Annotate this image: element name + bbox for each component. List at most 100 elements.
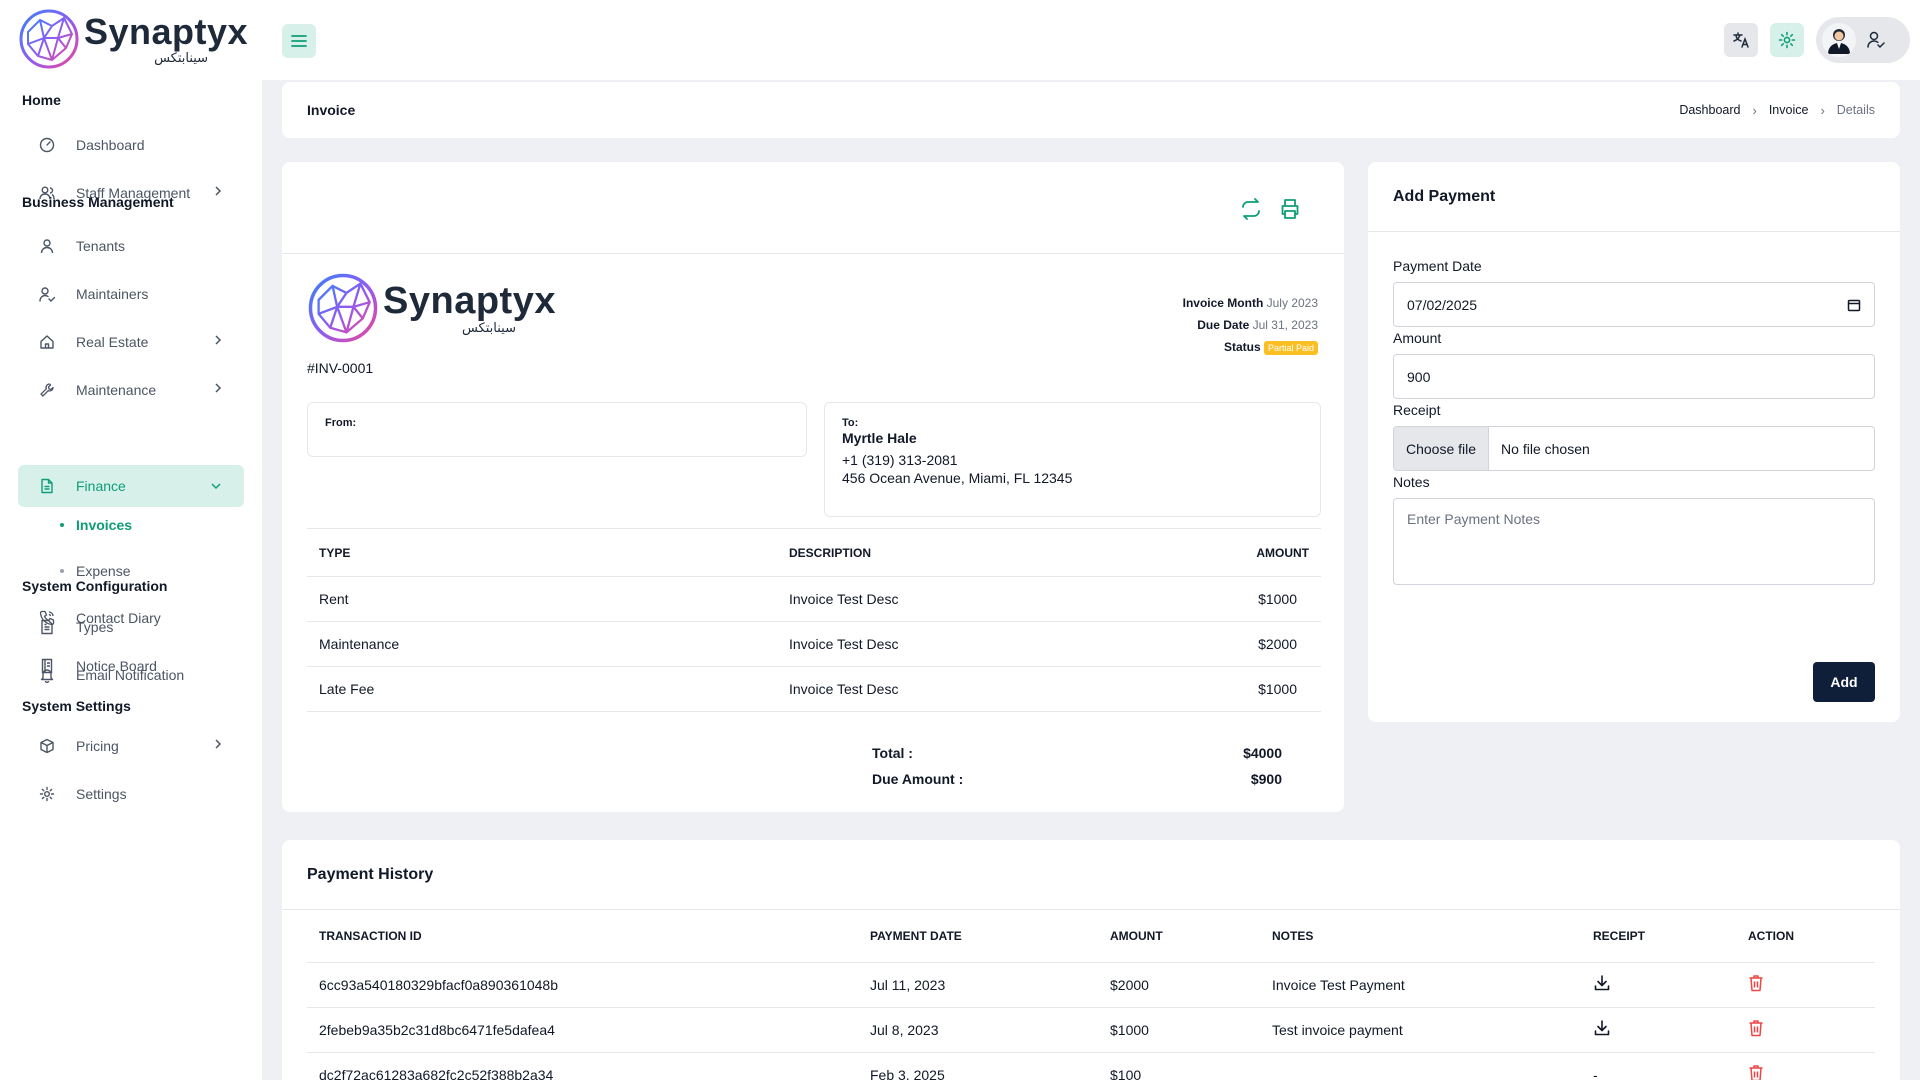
wrench-icon — [40, 383, 54, 397]
sidebar-item-label: Maintenance — [76, 382, 157, 398]
choose-file-button[interactable]: Choose file — [1394, 427, 1490, 470]
invoice-month: July 2023 — [1266, 296, 1318, 310]
sidebar-item-pricing[interactable]: Pricing — [18, 725, 244, 767]
sidebar-item-types[interactable]: Types — [18, 606, 244, 648]
profile-menu[interactable] — [1816, 17, 1910, 63]
sidebar-item-label: Real Estate — [76, 334, 149, 350]
delete-payment-button[interactable] — [1736, 1007, 1875, 1053]
sidebar-item-finance[interactable]: Finance — [18, 465, 244, 507]
calendar-icon — [1847, 299, 1861, 311]
dashboard-gauge-icon — [39, 137, 55, 153]
print-button[interactable] — [1277, 196, 1303, 222]
breadcrumb-details: Details — [1836, 103, 1875, 117]
column-header-description: DESCRIPTION — [777, 528, 1161, 577]
from-address: From: — [307, 402, 807, 457]
breadcrumb-dashboard[interactable]: Dashboard — [1679, 103, 1740, 117]
item-description: Invoice Test Desc — [777, 666, 1161, 712]
transaction-id: 6cc93a540180329bfacf0a890361048b — [307, 962, 858, 1008]
top-bar: Synaptyx سينابتكس — [0, 0, 1920, 80]
payment-date-input[interactable]: 07/02/2025 — [1393, 282, 1875, 327]
table-row: Rent Invoice Test Desc $1000 — [307, 576, 1321, 622]
brain-logo-icon — [19, 9, 79, 69]
sidebar-section-system-settings: System Settings — [22, 698, 131, 714]
due-date: Jul 31, 2023 — [1252, 318, 1318, 332]
invoice-month-label: Invoice Month — [1182, 296, 1264, 310]
sidebar-section-system-configuration: System Configuration — [22, 578, 168, 594]
payment-date: Jul 11, 2023 — [858, 962, 1098, 1008]
sidebar-subitem-invoices[interactable]: Invoices — [60, 510, 132, 540]
download-icon — [1594, 1020, 1610, 1036]
home-icon — [40, 335, 54, 349]
due-amount-value: $900 — [1250, 771, 1282, 787]
menu-toggle-button[interactable] — [282, 24, 316, 58]
item-amount: $2000 — [1161, 621, 1321, 667]
total-label: Total : — [872, 745, 913, 761]
avatar-person-icon — [1828, 29, 1850, 54]
trash-icon — [1749, 1020, 1763, 1037]
notes-textarea[interactable]: Enter Payment Notes — [1393, 498, 1875, 585]
sidebar-item-label: Invoices — [76, 517, 133, 533]
download-receipt-button[interactable] — [1581, 962, 1736, 1008]
notes-label: Notes — [1393, 474, 1430, 490]
delete-payment-button[interactable] — [1736, 962, 1875, 1008]
payment-history-table: TRANSACTION ID PAYMENT DATE AMOUNT NOTES… — [307, 910, 1875, 1080]
payment-notes: Test invoice payment — [1260, 1007, 1581, 1053]
sidebar-item-email-notification[interactable]: Email Notification — [18, 654, 244, 696]
amount-input[interactable]: 900 — [1393, 354, 1875, 399]
receipt-none: - — [1581, 1052, 1736, 1080]
delete-payment-button[interactable] — [1736, 1052, 1875, 1080]
gear-icon — [1778, 31, 1796, 49]
brain-logo-icon — [308, 273, 378, 343]
chevron-right-icon: › — [1752, 102, 1757, 118]
to-label: To: — [842, 417, 859, 429]
invoice-brand-name-arabic: سينابتكس — [461, 320, 516, 336]
status-badge: Partial Paid — [1263, 340, 1318, 355]
sidebar-item-maintenance[interactable]: Maintenance — [18, 369, 244, 411]
column-header-action: ACTION — [1736, 910, 1875, 963]
transaction-id: dc2f72ac61283a682fc2c52f388b2a34 — [307, 1052, 858, 1080]
chevron-right-icon — [215, 186, 222, 196]
receipt-label: Receipt — [1393, 402, 1441, 418]
receipt-file-input[interactable]: Choose file No file chosen — [1393, 426, 1875, 471]
document-list-icon — [41, 619, 53, 635]
sidebar-item-settings[interactable]: Settings — [18, 773, 244, 815]
chevron-down-icon — [211, 483, 221, 490]
user-check-icon — [1867, 31, 1885, 49]
invoice-brand-name: Synaptyx — [383, 279, 556, 322]
add-payment-title: Add Payment — [1368, 162, 1900, 232]
user-icon — [40, 239, 54, 254]
sidebar-item-tenants[interactable]: Tenants — [18, 225, 244, 267]
trash-icon — [1749, 975, 1763, 992]
chevron-right-icon: › — [1820, 102, 1825, 118]
printer-icon — [1281, 199, 1299, 219]
sidebar-item-maintainers[interactable]: Maintainers — [18, 273, 244, 315]
language-button[interactable] — [1724, 23, 1758, 57]
recipient-address: 456 Ocean Avenue, Miami, FL 12345 — [842, 470, 1073, 486]
column-header-type: TYPE — [307, 528, 777, 577]
main-content: Invoice Dashboard › Invoice › Details Sy… — [262, 80, 1920, 1080]
item-amount: $1000 — [1161, 576, 1321, 622]
to-address: To: Myrtle Hale +1 (319) 313-2081 456 Oc… — [824, 402, 1321, 517]
payment-amount: $1000 — [1098, 1007, 1260, 1053]
hamburger-icon — [291, 35, 307, 47]
download-receipt-button[interactable] — [1581, 1007, 1736, 1053]
sidebar: Home Dashboard Staff Management Business… — [0, 80, 262, 1080]
table-row: dc2f72ac61283a682fc2c52f388b2a34 Feb 3, … — [307, 1052, 1875, 1080]
sidebar-item-label: Settings — [76, 786, 127, 802]
gear-icon — [39, 786, 55, 802]
sidebar-item-real-estate[interactable]: Real Estate — [18, 321, 244, 363]
add-payment-button[interactable]: Add — [1813, 662, 1875, 702]
bell-icon — [40, 669, 54, 683]
breadcrumb-invoice[interactable]: Invoice — [1769, 103, 1809, 117]
download-icon — [1594, 975, 1610, 991]
total-value: $4000 — [1243, 745, 1282, 761]
brand-logo[interactable]: Synaptyx سينابتكس — [18, 8, 248, 70]
item-description: Invoice Test Desc — [777, 576, 1161, 622]
brand-name-arabic: سينابتكس — [154, 50, 209, 66]
sidebar-item-label: Email Notification — [76, 667, 185, 683]
sidebar-item-dashboard[interactable]: Dashboard — [18, 124, 244, 166]
settings-button[interactable] — [1770, 23, 1804, 57]
refresh-button[interactable] — [1238, 196, 1264, 222]
payment-date: Jul 8, 2023 — [858, 1007, 1098, 1053]
column-header-amount: AMOUNT — [1098, 910, 1260, 963]
